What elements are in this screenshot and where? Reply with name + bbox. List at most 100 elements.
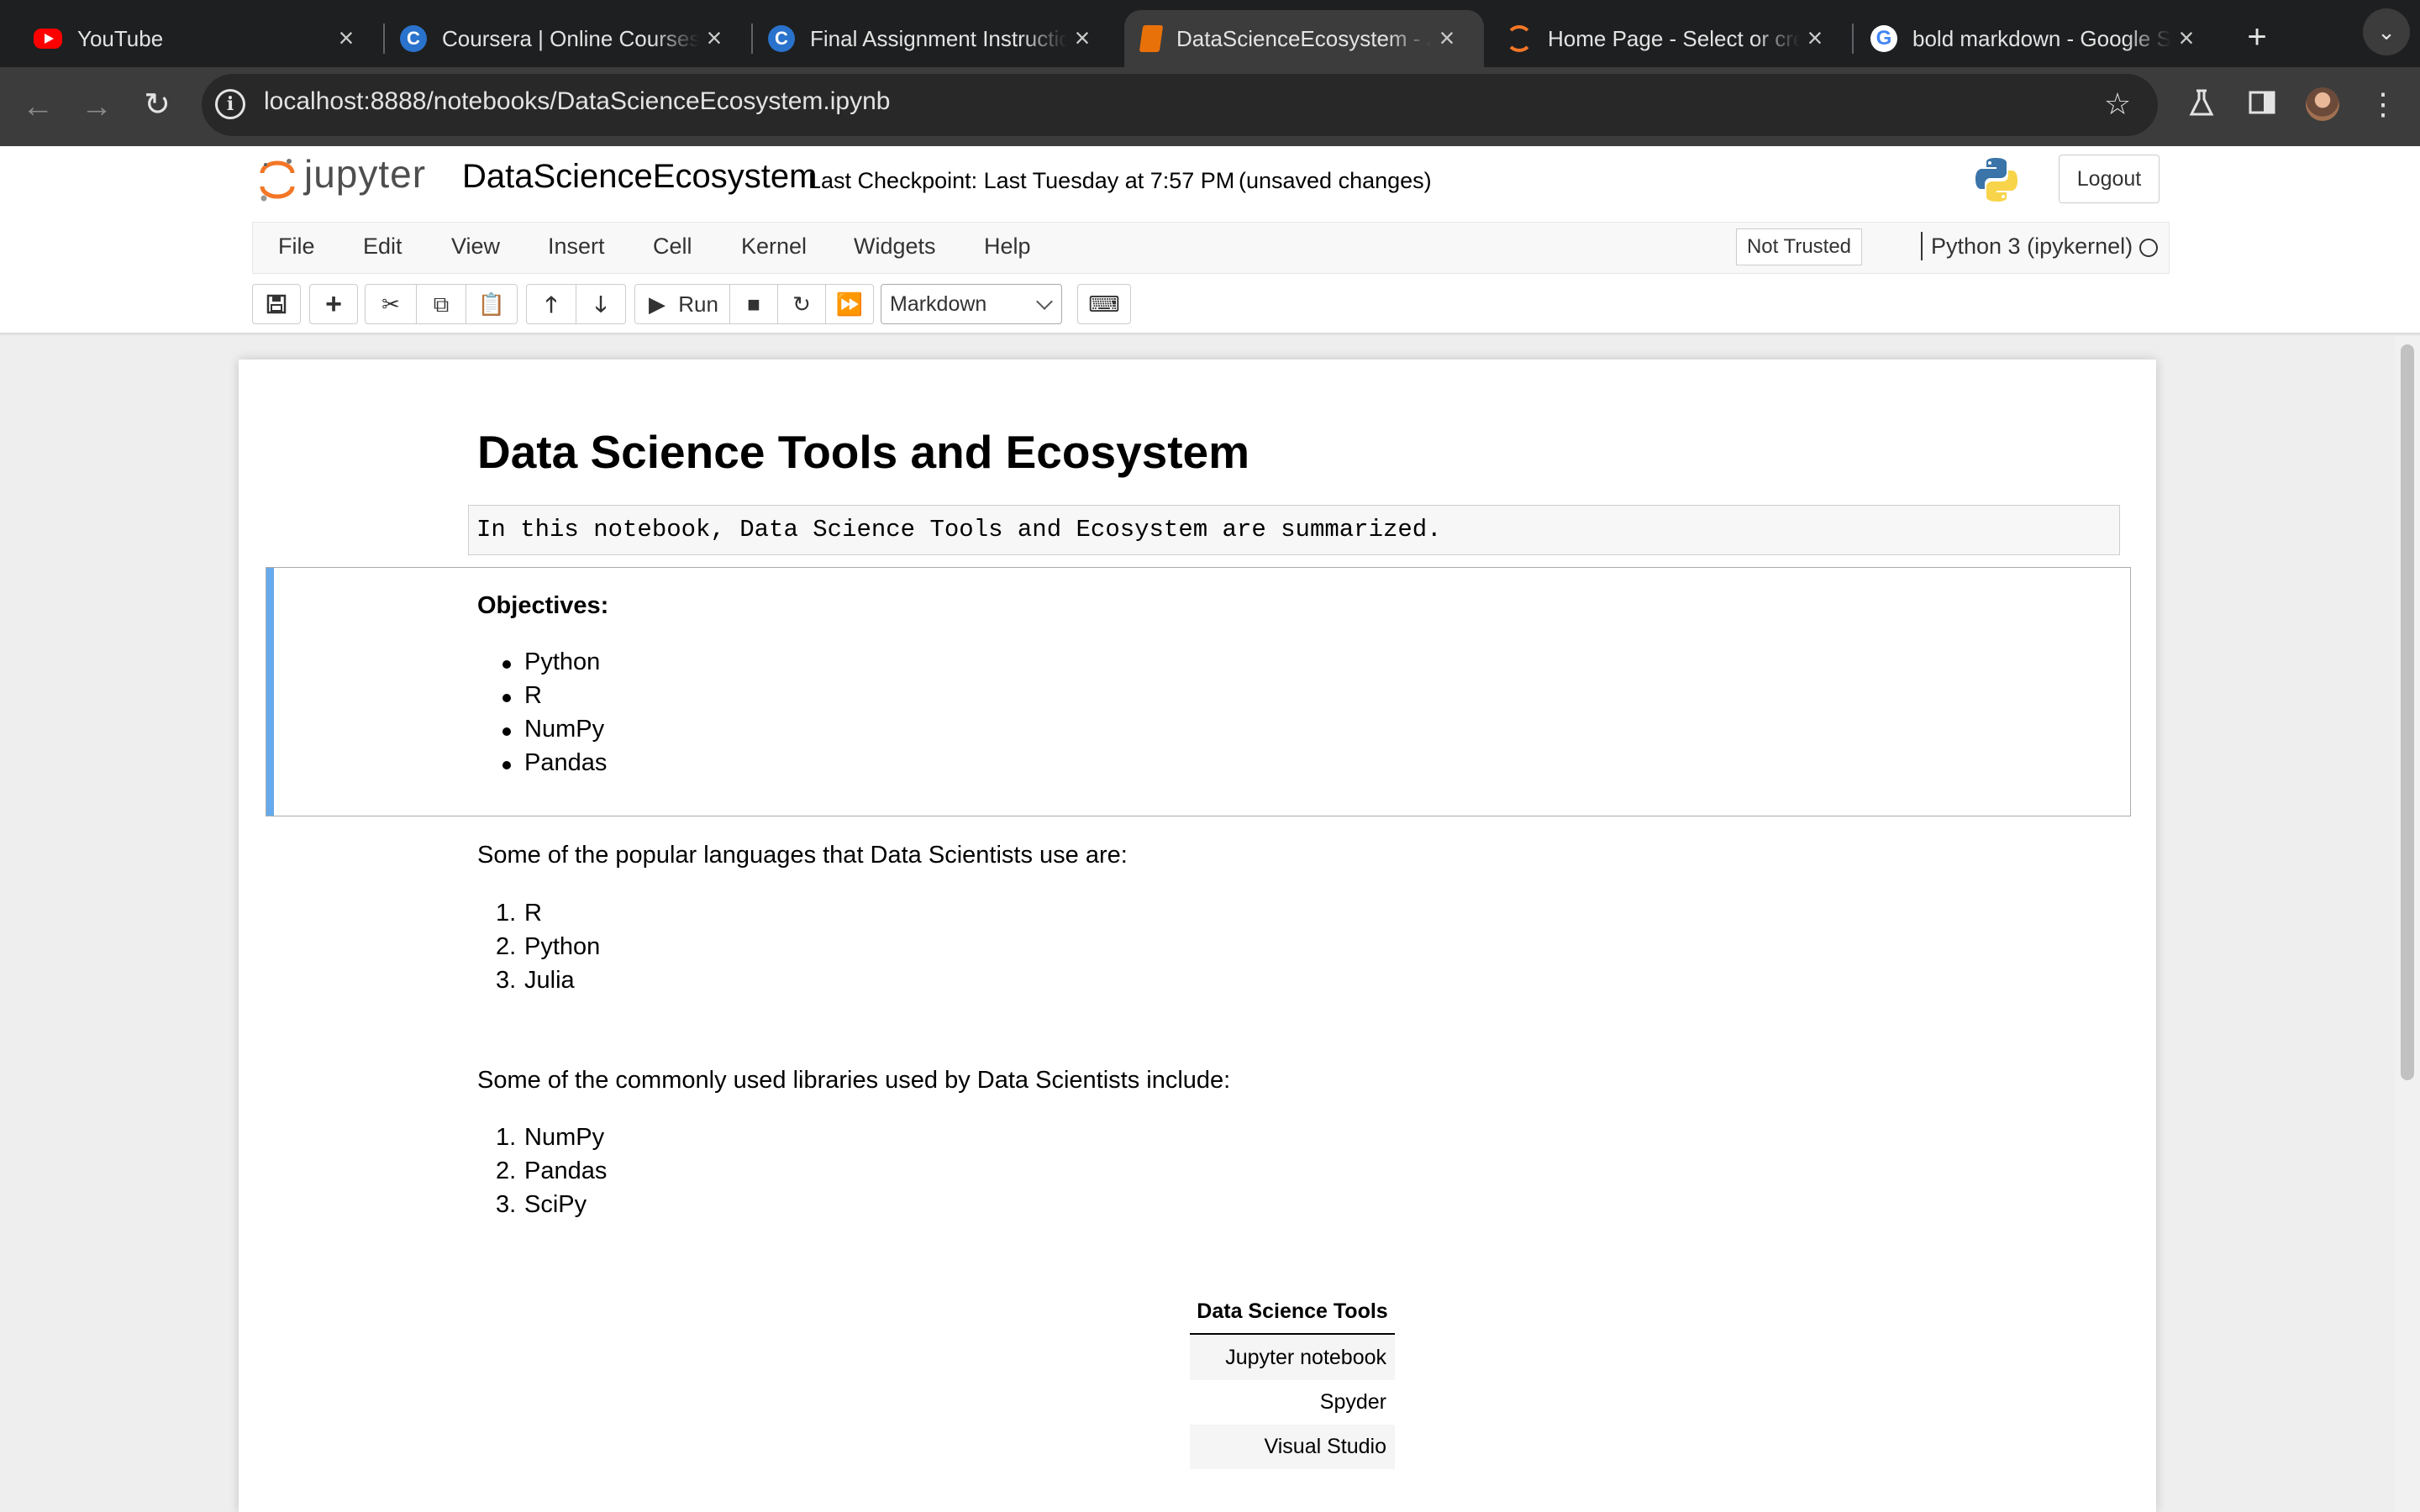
keyboard-icon: ⌨ <box>1088 291 1120 317</box>
back-arrow-icon[interactable]: ← <box>17 86 59 128</box>
tab-final-assignment[interactable]: C Final Assignment Instructions × <box>751 10 1119 67</box>
play-icon: ▶ <box>649 291 666 317</box>
list-item: NumPy <box>524 716 605 743</box>
reload-icon[interactable]: ↻ <box>136 84 178 126</box>
tab-title: YouTube <box>77 25 164 51</box>
interrupt-button[interactable]: ■ <box>729 284 778 324</box>
kernel-separator <box>1921 232 1923 260</box>
bullet <box>502 694 511 702</box>
close-icon[interactable]: × <box>2171 24 2202 54</box>
url-text[interactable]: localhost:8888/notebooks/DataScienceEcos… <box>264 87 890 116</box>
menu-file[interactable]: File <box>278 234 315 260</box>
list-item: NumPy <box>524 1124 605 1151</box>
tab-title: Home Page - Select or create <box>1548 25 1800 51</box>
scrollbar-thumb[interactable] <box>2401 344 2414 1080</box>
tab-google-search[interactable]: G bold markdown - Google Search × <box>1854 10 2223 67</box>
youtube-icon <box>34 29 62 49</box>
unsaved-changes-indicator: (unsaved changes) <box>1239 168 1432 193</box>
copy-button[interactable]: ⧉ <box>416 284 466 324</box>
tab-title: Final Assignment Instructions <box>810 25 1067 51</box>
kernel-name[interactable]: Python 3 (ipykernel) <box>1931 234 2133 260</box>
restart-button[interactable]: ↻ <box>777 284 826 324</box>
cut-button[interactable]: ✂ <box>365 284 417 324</box>
site-info-icon[interactable]: i <box>215 89 245 119</box>
tab-coursera[interactable]: C Coursera | Online Courses × <box>383 10 753 67</box>
list-item: R <box>524 900 542 927</box>
menu-help[interactable]: Help <box>984 234 1031 260</box>
close-icon[interactable]: × <box>1067 24 1097 54</box>
list-item: Pandas <box>524 749 608 776</box>
side-panel-icon[interactable] <box>2244 86 2281 123</box>
bullet <box>502 761 511 769</box>
list-number: 2. <box>496 1158 517 1184</box>
table-header: Data Science Tools <box>1190 1296 1395 1335</box>
tab-title: bold markdown - Google Search <box>1912 25 2171 51</box>
list-number: 1. <box>496 900 517 927</box>
google-icon: G <box>1870 25 1897 52</box>
bookmark-star-icon[interactable]: ☆ <box>2099 86 2136 123</box>
menu-insert[interactable]: Insert <box>548 234 605 260</box>
more-menu-icon[interactable]: ⋮ <box>2365 86 2402 123</box>
list-number: 2. <box>496 933 517 960</box>
menu-edit[interactable]: Edit <box>363 234 402 260</box>
copy-icon: ⧉ <box>433 291 450 317</box>
browser-tab-strip: YouTube × C Coursera | Online Courses × … <box>0 0 2420 67</box>
close-icon[interactable]: × <box>1432 24 1462 54</box>
flask-icon <box>2189 89 2214 116</box>
move-up-button[interactable]: 🡑 <box>526 284 576 324</box>
coursera-icon: C <box>768 25 795 52</box>
bullet <box>502 660 511 669</box>
labs-flask-icon[interactable] <box>2183 86 2220 123</box>
fast-forward-icon: ⏩ <box>835 291 864 317</box>
code-text: In this notebook, Data Science Tools and… <box>476 516 1442 543</box>
list-number: 3. <box>496 967 517 994</box>
coursera-icon: C <box>400 25 427 52</box>
paste-icon: 📋 <box>477 291 506 317</box>
restart-icon: ↻ <box>792 291 811 317</box>
paste-button[interactable]: 📋 <box>466 284 518 324</box>
menu-widgets[interactable]: Widgets <box>854 234 936 260</box>
objectives-label: Objectives: <box>477 592 609 619</box>
bullet <box>502 727 511 736</box>
plus-icon: + <box>325 288 342 320</box>
tab-youtube[interactable]: YouTube × <box>0 10 385 67</box>
restart-run-all-button[interactable]: ⏩ <box>825 284 874 324</box>
close-icon[interactable]: × <box>331 24 361 54</box>
new-tab-button[interactable]: + <box>2232 15 2282 59</box>
close-icon[interactable]: × <box>1800 24 1830 54</box>
insert-cell-button[interactable]: + <box>309 284 358 324</box>
jupyter-logo-icon[interactable] <box>259 156 296 203</box>
list-item: R <box>524 682 542 709</box>
run-button[interactable]: ▶ Run <box>634 284 730 324</box>
scissors-icon: ✂ <box>381 291 400 317</box>
jupyter-logo-text[interactable]: jupyter <box>304 151 426 197</box>
menu-kernel[interactable]: Kernel <box>741 234 807 260</box>
libraries-intro: Some of the commonly used libraries used… <box>477 1067 1231 1094</box>
notebook-name[interactable]: DataScienceEcosystem <box>462 158 817 196</box>
trust-status-button[interactable]: Not Trusted <box>1736 228 1862 265</box>
command-palette-button[interactable]: ⌨ <box>1077 284 1131 324</box>
menu-view[interactable]: View <box>451 234 500 260</box>
save-button[interactable] <box>252 284 301 324</box>
list-item: Python <box>524 933 601 960</box>
profile-avatar[interactable] <box>2306 87 2339 121</box>
list-item: Julia <box>524 967 575 994</box>
cell-type-select[interactable]: Markdown <box>881 284 1062 324</box>
notebook-icon <box>1139 25 1164 52</box>
menu-cell[interactable]: Cell <box>653 234 692 260</box>
jupyter-icon <box>1506 25 1533 52</box>
notebook-title: Data Science Tools and Ecosystem <box>477 426 1250 478</box>
tab-search-button[interactable]: ⌄ <box>2363 8 2410 55</box>
tab-datascienceecosystem[interactable]: DataScienceEcosystem - Jupyter × <box>1124 10 1484 67</box>
logout-button[interactable]: Logout <box>2059 155 2160 203</box>
forward-arrow-icon[interactable]: → <box>76 86 118 128</box>
table-row: Spyder <box>1319 1390 1386 1414</box>
list-item: SciPy <box>524 1191 587 1218</box>
header-shadow <box>0 333 2420 336</box>
save-icon <box>266 294 287 314</box>
move-down-button[interactable]: 🡓 <box>576 284 626 324</box>
tab-jupyter-home[interactable]: Home Page - Select or create × <box>1489 10 1854 67</box>
tab-title: DataScienceEcosystem - Jupyter <box>1176 25 1432 51</box>
close-icon[interactable]: × <box>699 24 729 54</box>
arrow-up-icon: 🡑 <box>545 291 557 317</box>
